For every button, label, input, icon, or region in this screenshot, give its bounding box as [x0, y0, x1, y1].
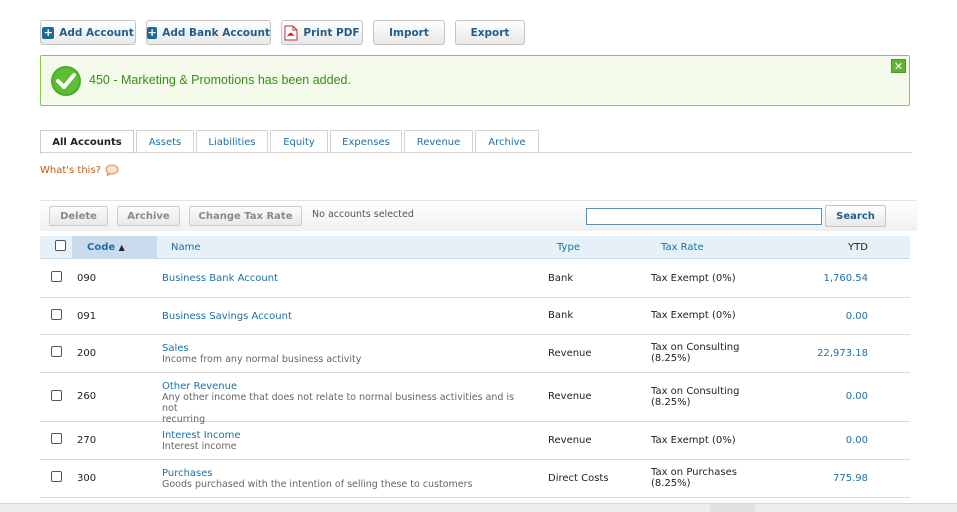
tax-rate-percent: (8.25%)	[651, 478, 691, 489]
table-row[interactable]: 270 Interest Income Interest income Reve…	[40, 422, 910, 460]
account-tax-rate: Tax Exempt (0%)	[651, 435, 736, 446]
account-type: Revenue	[548, 348, 592, 359]
account-code: 090	[77, 273, 97, 284]
column-header-tax-rate[interactable]: Tax Rate	[661, 242, 704, 253]
add-account-button[interactable]: + Add Account	[40, 20, 136, 45]
scrollbar-thumb[interactable]	[710, 504, 755, 512]
tab-assets[interactable]: Assets	[136, 130, 194, 153]
column-header-type[interactable]: Type	[557, 242, 580, 253]
account-name-link[interactable]: Purchases	[162, 468, 213, 479]
print-pdf-button[interactable]: Print PDF	[281, 20, 363, 45]
account-ytd-link[interactable]: 0.00	[846, 435, 868, 446]
account-name-link[interactable]: Business Bank Account	[162, 273, 278, 284]
table-row[interactable]: 090 Business Bank Account Bank Tax Exemp…	[40, 260, 910, 298]
tab-equity[interactable]: Equity	[270, 130, 328, 153]
account-type: Revenue	[548, 391, 592, 402]
pdf-icon	[284, 25, 298, 40]
search-button[interactable]: Search	[825, 205, 886, 227]
table-row[interactable]: 300 Purchases Goods purchased with the i…	[40, 460, 910, 498]
tab-expenses[interactable]: Expenses	[330, 130, 402, 153]
tab-revenue[interactable]: Revenue	[404, 130, 473, 153]
row-checkbox[interactable]	[51, 433, 62, 444]
plus-icon: +	[147, 25, 158, 39]
account-description: Income from any normal business activity	[162, 354, 362, 365]
account-description: Interest income	[162, 441, 237, 452]
sort-ascending-icon: ▲	[118, 243, 125, 252]
account-description: Any other income that does not relate to…	[162, 392, 532, 425]
add-bank-account-label: Add Bank Account	[162, 26, 270, 39]
code-header-label: Code	[87, 242, 116, 253]
archive-button[interactable]: Archive	[117, 206, 180, 226]
whats-this-link[interactable]: What's this?	[40, 164, 119, 176]
tax-rate-percent: (8.25%)	[651, 397, 691, 408]
change-tax-rate-button[interactable]: Change Tax Rate	[189, 206, 302, 226]
row-checkbox[interactable]	[51, 471, 62, 482]
row-checkbox[interactable]	[51, 309, 62, 320]
account-code: 270	[77, 435, 97, 446]
account-name-link[interactable]: Interest Income	[162, 430, 241, 441]
close-icon[interactable]: ✕	[891, 59, 906, 73]
search-input[interactable]	[586, 208, 822, 225]
add-bank-account-button[interactable]: + Add Bank Account	[146, 20, 271, 45]
tab-liabilities[interactable]: Liabilities	[196, 130, 268, 153]
whats-this-label: What's this?	[40, 164, 101, 176]
tab-all-accounts[interactable]: All Accounts	[40, 130, 134, 154]
account-code: 260	[77, 391, 97, 402]
account-type: Bank	[548, 273, 574, 284]
column-header-name[interactable]: Name	[171, 242, 201, 253]
account-name-link[interactable]: Business Savings Account	[162, 311, 292, 322]
account-tax-rate: Tax on Consulting (8.25%)	[651, 342, 771, 364]
check-circle-icon	[51, 66, 81, 96]
table-row[interactable]: 260 Other Revenue Any other income that …	[40, 373, 910, 425]
success-notice: 450 - Marketing & Promotions has been ad…	[40, 55, 910, 106]
account-type: Bank	[548, 310, 574, 321]
account-code: 091	[77, 311, 97, 322]
description-line: Any other income that does not relate to…	[162, 392, 515, 414]
account-description: Goods purchased with the intention of se…	[162, 479, 473, 490]
table-row[interactable]: 091 Business Savings Account Bank Tax Ex…	[40, 298, 910, 335]
speech-bubble-icon	[105, 164, 119, 176]
table-header: Code ▲ Name Type Tax Rate YTD	[40, 236, 910, 259]
row-checkbox[interactable]	[51, 346, 62, 357]
print-pdf-label: Print PDF	[303, 26, 360, 39]
tax-rate-name: Tax on Consulting	[651, 342, 740, 353]
row-checkbox[interactable]	[51, 271, 62, 282]
delete-button[interactable]: Delete	[49, 206, 108, 226]
account-ytd-link[interactable]: 1,760.54	[823, 273, 868, 284]
account-code: 200	[77, 348, 97, 359]
tax-rate-name: Tax on Consulting	[651, 386, 740, 397]
export-label: Export	[470, 26, 510, 39]
account-tax-rate: Tax on Purchases (8.25%)	[651, 467, 771, 489]
account-ytd-link[interactable]: 775.98	[833, 473, 868, 484]
tab-archive[interactable]: Archive	[475, 130, 539, 153]
account-type: Revenue	[548, 435, 592, 446]
tax-rate-name: Tax on Purchases	[651, 467, 737, 478]
account-ytd-link[interactable]: 0.00	[846, 311, 868, 322]
account-tax-rate: Tax on Consulting (8.25%)	[651, 386, 771, 408]
tax-rate-percent: (8.25%)	[651, 353, 691, 364]
account-ytd-link[interactable]: 0.00	[846, 391, 868, 402]
selection-status: No accounts selected	[312, 209, 414, 220]
row-checkbox[interactable]	[51, 390, 62, 401]
import-button[interactable]: Import	[373, 20, 445, 45]
add-account-label: Add Account	[59, 26, 134, 39]
account-ytd-link[interactable]: 22,973.18	[817, 348, 868, 359]
account-code: 300	[77, 473, 97, 484]
table-row[interactable]: 200 Sales Income from any normal busines…	[40, 335, 910, 373]
table-action-bar: Delete Archive Change Tax Rate No accoun…	[40, 200, 917, 231]
account-tax-rate: Tax Exempt (0%)	[651, 310, 736, 321]
column-header-code[interactable]: Code ▲	[87, 242, 125, 253]
tabs-divider	[40, 152, 912, 153]
account-name-link[interactable]: Other Revenue	[162, 381, 237, 392]
plus-icon: +	[42, 25, 55, 39]
column-header-ytd[interactable]: YTD	[848, 242, 868, 253]
import-label: Import	[389, 26, 429, 39]
export-button[interactable]: Export	[455, 20, 525, 45]
select-all-checkbox[interactable]	[55, 240, 66, 251]
account-tax-rate: Tax Exempt (0%)	[651, 273, 736, 284]
account-name-link[interactable]: Sales	[162, 343, 189, 354]
notice-message: 450 - Marketing & Promotions has been ad…	[89, 73, 351, 87]
horizontal-scrollbar[interactable]	[0, 503, 957, 512]
account-type: Direct Costs	[548, 473, 609, 484]
